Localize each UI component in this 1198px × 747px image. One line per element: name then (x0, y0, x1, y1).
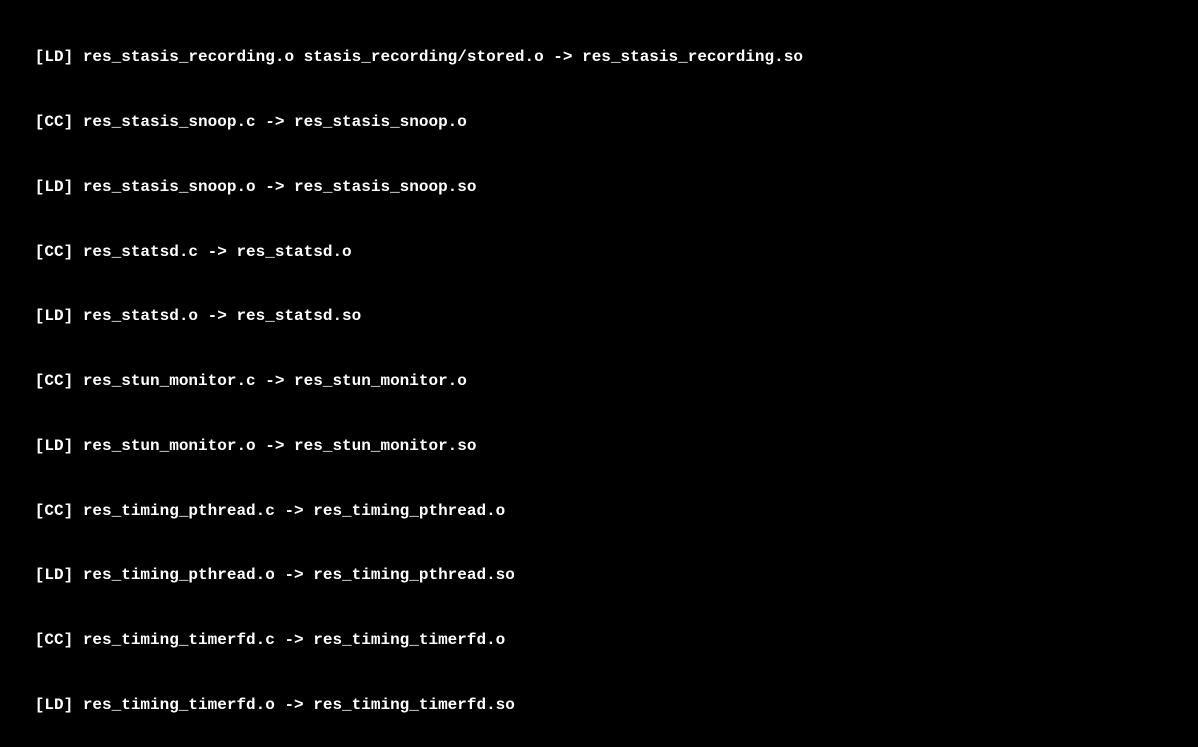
output-line: [CC] res_statsd.c -> res_statsd.o (6, 242, 1192, 264)
output-line: [LD] res_stasis_snoop.o -> res_stasis_sn… (6, 177, 1192, 199)
output-line: [LD] res_stasis_recording.o stasis_recor… (6, 47, 1192, 69)
output-line: [CC] res_stun_monitor.c -> res_stun_moni… (6, 371, 1192, 393)
output-line: [LD] res_timing_timerfd.o -> res_timing_… (6, 695, 1192, 717)
output-line: [CC] res_timing_pthread.c -> res_timing_… (6, 501, 1192, 523)
output-line: [LD] res_statsd.o -> res_statsd.so (6, 306, 1192, 328)
terminal-output[interactable]: [LD] res_stasis_recording.o stasis_recor… (0, 0, 1198, 747)
output-line: [LD] res_timing_pthread.o -> res_timing_… (6, 565, 1192, 587)
output-line: [CC] res_timing_timerfd.c -> res_timing_… (6, 630, 1192, 652)
output-line: [LD] res_stun_monitor.o -> res_stun_moni… (6, 436, 1192, 458)
output-line: [CC] res_stasis_snoop.c -> res_stasis_sn… (6, 112, 1192, 134)
